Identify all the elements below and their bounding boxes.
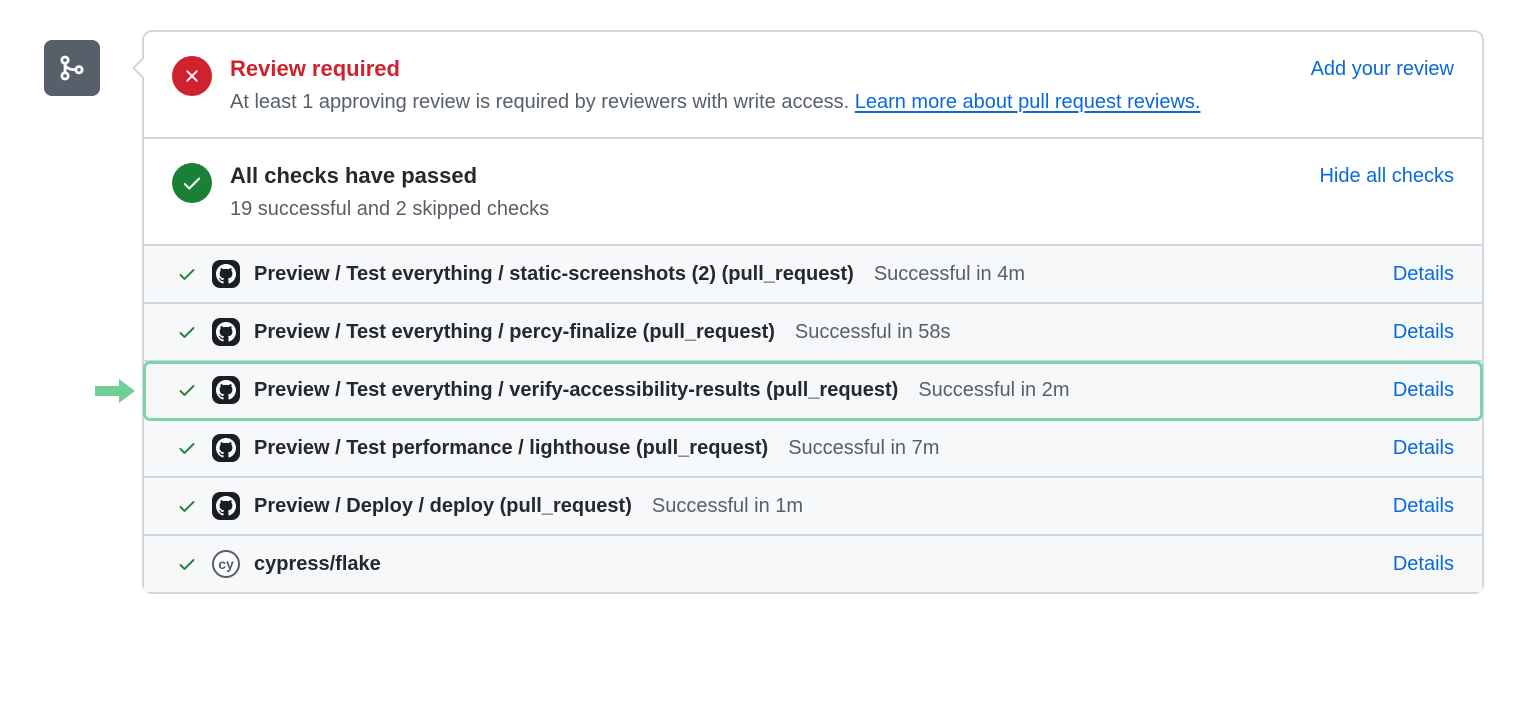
details-link[interactable]: Details	[1393, 317, 1454, 347]
check-row: Preview / Test performance / lighthouse …	[144, 420, 1482, 478]
check-name: Preview / Test everything / percy-finali…	[254, 317, 775, 347]
check-name: Preview / Test everything / static-scree…	[254, 259, 854, 289]
details-link[interactable]: Details	[1393, 491, 1454, 521]
checks-summary-section: All checks have passed 19 successful and…	[144, 139, 1482, 246]
check-name: Preview / Test everything / verify-acces…	[254, 375, 898, 405]
check-name: Preview / Test performance / lighthouse …	[254, 433, 768, 463]
details-link[interactable]: Details	[1393, 375, 1454, 405]
check-row: cy cypress/flake Details	[144, 536, 1482, 592]
review-required-subtitle: At least 1 approving review is required …	[230, 87, 1293, 117]
check-icon	[176, 437, 198, 459]
checks-summary-subtitle: 19 successful and 2 skipped checks	[230, 194, 1301, 224]
check-icon	[172, 163, 212, 203]
github-icon	[212, 492, 240, 520]
merge-panel: Review required At least 1 approving rev…	[142, 30, 1484, 594]
check-status: Successful in 2m	[918, 375, 1069, 405]
checks-summary-title: All checks have passed	[230, 159, 1301, 192]
check-icon	[176, 495, 198, 517]
check-row: Preview / Test everything / verify-acces…	[144, 362, 1482, 420]
check-row: Preview / Test everything / percy-finali…	[144, 304, 1482, 362]
check-icon	[176, 379, 198, 401]
check-status: Successful in 1m	[652, 491, 803, 521]
x-icon	[172, 56, 212, 96]
callout-arrow-icon	[94, 379, 136, 403]
check-status: Successful in 7m	[788, 433, 939, 463]
add-review-link[interactable]: Add your review	[1311, 58, 1454, 80]
cypress-icon: cy	[212, 550, 240, 578]
github-icon	[212, 260, 240, 288]
github-icon	[212, 318, 240, 346]
checks-list: Preview / Test everything / static-scree…	[144, 246, 1482, 592]
check-icon	[176, 553, 198, 575]
check-row: Preview / Deploy / deploy (pull_request)…	[144, 478, 1482, 536]
details-link[interactable]: Details	[1393, 259, 1454, 289]
merge-icon	[44, 40, 100, 96]
learn-more-link[interactable]: Learn more about pull request reviews.	[855, 91, 1201, 113]
check-icon	[176, 263, 198, 285]
review-required-title: Review required	[230, 52, 1293, 85]
github-icon	[212, 376, 240, 404]
review-required-section: Review required At least 1 approving rev…	[144, 32, 1482, 139]
check-name: cypress/flake	[254, 549, 381, 579]
check-status: Successful in 4m	[874, 259, 1025, 289]
check-icon	[176, 321, 198, 343]
github-icon	[212, 434, 240, 462]
details-link[interactable]: Details	[1393, 433, 1454, 463]
check-row: Preview / Test everything / static-scree…	[144, 246, 1482, 304]
check-status: Successful in 58s	[795, 317, 951, 347]
check-name: Preview / Deploy / deploy (pull_request)	[254, 491, 632, 521]
hide-all-checks-link[interactable]: Hide all checks	[1319, 165, 1454, 187]
details-link[interactable]: Details	[1393, 549, 1454, 579]
